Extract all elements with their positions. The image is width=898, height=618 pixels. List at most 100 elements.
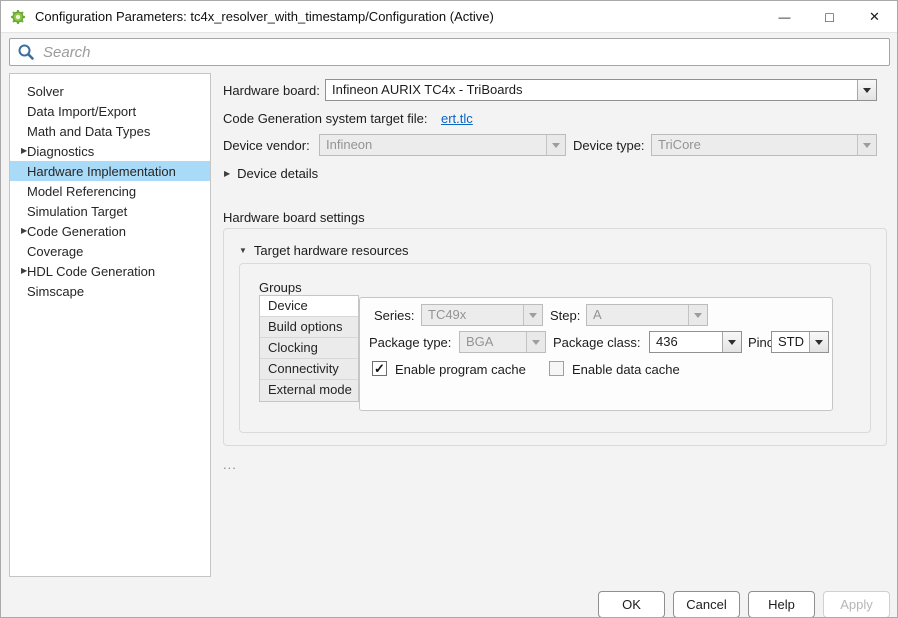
configuration-parameters-window: Configuration Parameters: tc4x_resolver_… bbox=[0, 0, 898, 618]
chevron-down-icon bbox=[815, 339, 823, 345]
minimize-icon: — bbox=[778, 9, 791, 24]
chevron-down-icon: ▼ bbox=[239, 246, 247, 255]
enable-program-cache-label: Enable program cache bbox=[395, 362, 526, 377]
simulink-gear-icon bbox=[11, 9, 25, 24]
group-item-external-mode[interactable]: External mode bbox=[260, 380, 358, 401]
dropdown-button[interactable] bbox=[722, 332, 741, 352]
window-controls: — □ ✕ bbox=[762, 1, 897, 32]
apply-button: Apply bbox=[823, 591, 890, 617]
series-value: TC49x bbox=[428, 307, 467, 322]
sidebar-item-math-and-data-types[interactable]: Math and Data Types bbox=[10, 121, 210, 141]
target-file-label: Code Generation system target file: bbox=[223, 111, 428, 126]
package-class-label: Package class: bbox=[553, 335, 641, 350]
package-type-combobox: BGA bbox=[459, 331, 546, 353]
groups-list: Device Build options Clocking Connectivi… bbox=[259, 295, 359, 402]
dropdown-button bbox=[523, 305, 542, 325]
sidebar-item-label: Code Generation bbox=[27, 223, 127, 239]
sidebar-item-label: Math and Data Types bbox=[27, 123, 151, 139]
minimize-button[interactable]: — bbox=[762, 1, 807, 32]
dropdown-button bbox=[546, 135, 565, 155]
package-class-value: 436 bbox=[656, 334, 678, 349]
chevron-right-icon[interactable]: ▶ bbox=[10, 221, 27, 241]
step-label: Step: bbox=[550, 308, 581, 323]
sidebar-item-coverage[interactable]: Coverage bbox=[10, 241, 210, 261]
ok-button[interactable]: OK bbox=[598, 591, 665, 617]
step-value: A bbox=[593, 307, 602, 322]
dropdown-button[interactable] bbox=[809, 332, 828, 352]
sidebar-item-label: Simulation Target bbox=[27, 203, 128, 219]
chevron-down-icon bbox=[552, 142, 560, 148]
sidebar-item-solver[interactable]: Solver bbox=[10, 81, 210, 101]
sidebar-item-label: Hardware Implementation bbox=[27, 163, 176, 179]
chevron-down-icon bbox=[863, 142, 871, 148]
dropdown-button bbox=[688, 305, 707, 325]
help-button[interactable]: Help bbox=[748, 591, 815, 617]
series-label: Series: bbox=[374, 308, 415, 323]
device-vendor-combobox: Infineon bbox=[319, 134, 566, 156]
maximize-icon: □ bbox=[825, 8, 834, 25]
search-bar bbox=[9, 38, 890, 66]
sidebar-item-label: Diagnostics bbox=[27, 143, 95, 159]
device-type-label: Device type: bbox=[573, 138, 645, 153]
target-hardware-resources-label: Target hardware resources bbox=[253, 243, 409, 258]
sidebar-item-hdl-code-generation[interactable]: ▶ HDL Code Generation bbox=[10, 261, 210, 281]
sidebar-item-simulation-target[interactable]: Simulation Target bbox=[10, 201, 210, 221]
enable-program-cache-checkbox[interactable] bbox=[372, 361, 387, 376]
sidebar-item-label: Model Referencing bbox=[27, 183, 137, 199]
sidebar-item-diagnostics[interactable]: ▶ Diagnostics bbox=[10, 141, 210, 161]
sidebar-item-label: HDL Code Generation bbox=[27, 263, 156, 279]
maximize-button[interactable]: □ bbox=[807, 1, 852, 32]
sidebar-item-label: Data Import/Export bbox=[27, 103, 137, 119]
chevron-down-icon bbox=[694, 312, 702, 318]
chevron-down-icon bbox=[532, 339, 540, 345]
group-item-clocking[interactable]: Clocking bbox=[260, 338, 358, 359]
search-input[interactable] bbox=[35, 39, 889, 65]
window-title: Configuration Parameters: tc4x_resolver_… bbox=[35, 9, 494, 24]
series-combobox: TC49x bbox=[421, 304, 543, 326]
sidebar-item-model-referencing[interactable]: Model Referencing bbox=[10, 181, 210, 201]
device-type-value: TriCore bbox=[658, 137, 701, 152]
sidebar-item-data-import-export[interactable]: Data Import/Export bbox=[10, 101, 210, 121]
ert-tlc-link[interactable]: ert.tlc bbox=[441, 111, 473, 126]
group-item-build-options[interactable]: Build options bbox=[260, 317, 358, 338]
chevron-right-icon[interactable]: ▶ bbox=[10, 261, 27, 281]
pinout-combobox[interactable]: STD bbox=[771, 331, 829, 353]
group-item-connectivity[interactable]: Connectivity bbox=[260, 359, 358, 380]
package-class-combobox[interactable]: 436 bbox=[649, 331, 742, 353]
cancel-button[interactable]: Cancel bbox=[673, 591, 740, 617]
groups-label: Groups bbox=[259, 280, 302, 295]
device-details-expander[interactable]: ▶ Device details bbox=[224, 166, 318, 181]
more-settings-ellipsis: ... bbox=[223, 457, 237, 472]
close-icon: ✕ bbox=[869, 8, 880, 24]
package-type-value: BGA bbox=[466, 334, 494, 349]
hardware-board-settings-heading: Hardware board settings bbox=[223, 210, 365, 225]
hardware-board-label: Hardware board: bbox=[223, 83, 320, 98]
close-button[interactable]: ✕ bbox=[852, 1, 897, 32]
search-icon bbox=[18, 44, 34, 60]
sidebar-item-simscape[interactable]: Simscape bbox=[10, 281, 210, 301]
group-item-device[interactable]: Device bbox=[260, 296, 358, 317]
device-vendor-value: Infineon bbox=[326, 137, 373, 152]
sidebar-item-label: Simscape bbox=[27, 283, 85, 299]
title-bar: Configuration Parameters: tc4x_resolver_… bbox=[1, 1, 897, 33]
chevron-right-icon[interactable]: ▶ bbox=[10, 141, 27, 161]
dropdown-button bbox=[526, 332, 545, 352]
dropdown-button[interactable] bbox=[857, 80, 876, 100]
dropdown-button bbox=[857, 135, 876, 155]
chevron-down-icon bbox=[863, 87, 871, 93]
target-hardware-resources-expander[interactable]: ▼ Target hardware resources bbox=[239, 243, 409, 258]
chevron-down-icon bbox=[728, 339, 736, 345]
enable-data-cache-label: Enable data cache bbox=[572, 362, 680, 377]
device-type-combobox: TriCore bbox=[651, 134, 877, 156]
enable-data-cache-checkbox[interactable] bbox=[549, 361, 564, 376]
sidebar-item-label: Coverage bbox=[27, 243, 84, 259]
package-type-label: Package type: bbox=[369, 335, 452, 350]
sidebar-item-label: Solver bbox=[27, 83, 64, 99]
step-combobox: A bbox=[586, 304, 708, 326]
device-vendor-label: Device vendor: bbox=[223, 138, 310, 153]
hardware-board-combobox[interactable]: Infineon AURIX TC4x - TriBoards bbox=[325, 79, 877, 101]
dialog-footer: OK Cancel Help Apply bbox=[598, 591, 890, 617]
sidebar-item-code-generation[interactable]: ▶ Code Generation bbox=[10, 221, 210, 241]
chevron-right-icon: ▶ bbox=[224, 169, 231, 178]
sidebar-item-hardware-implementation[interactable]: Hardware Implementation bbox=[10, 161, 210, 181]
